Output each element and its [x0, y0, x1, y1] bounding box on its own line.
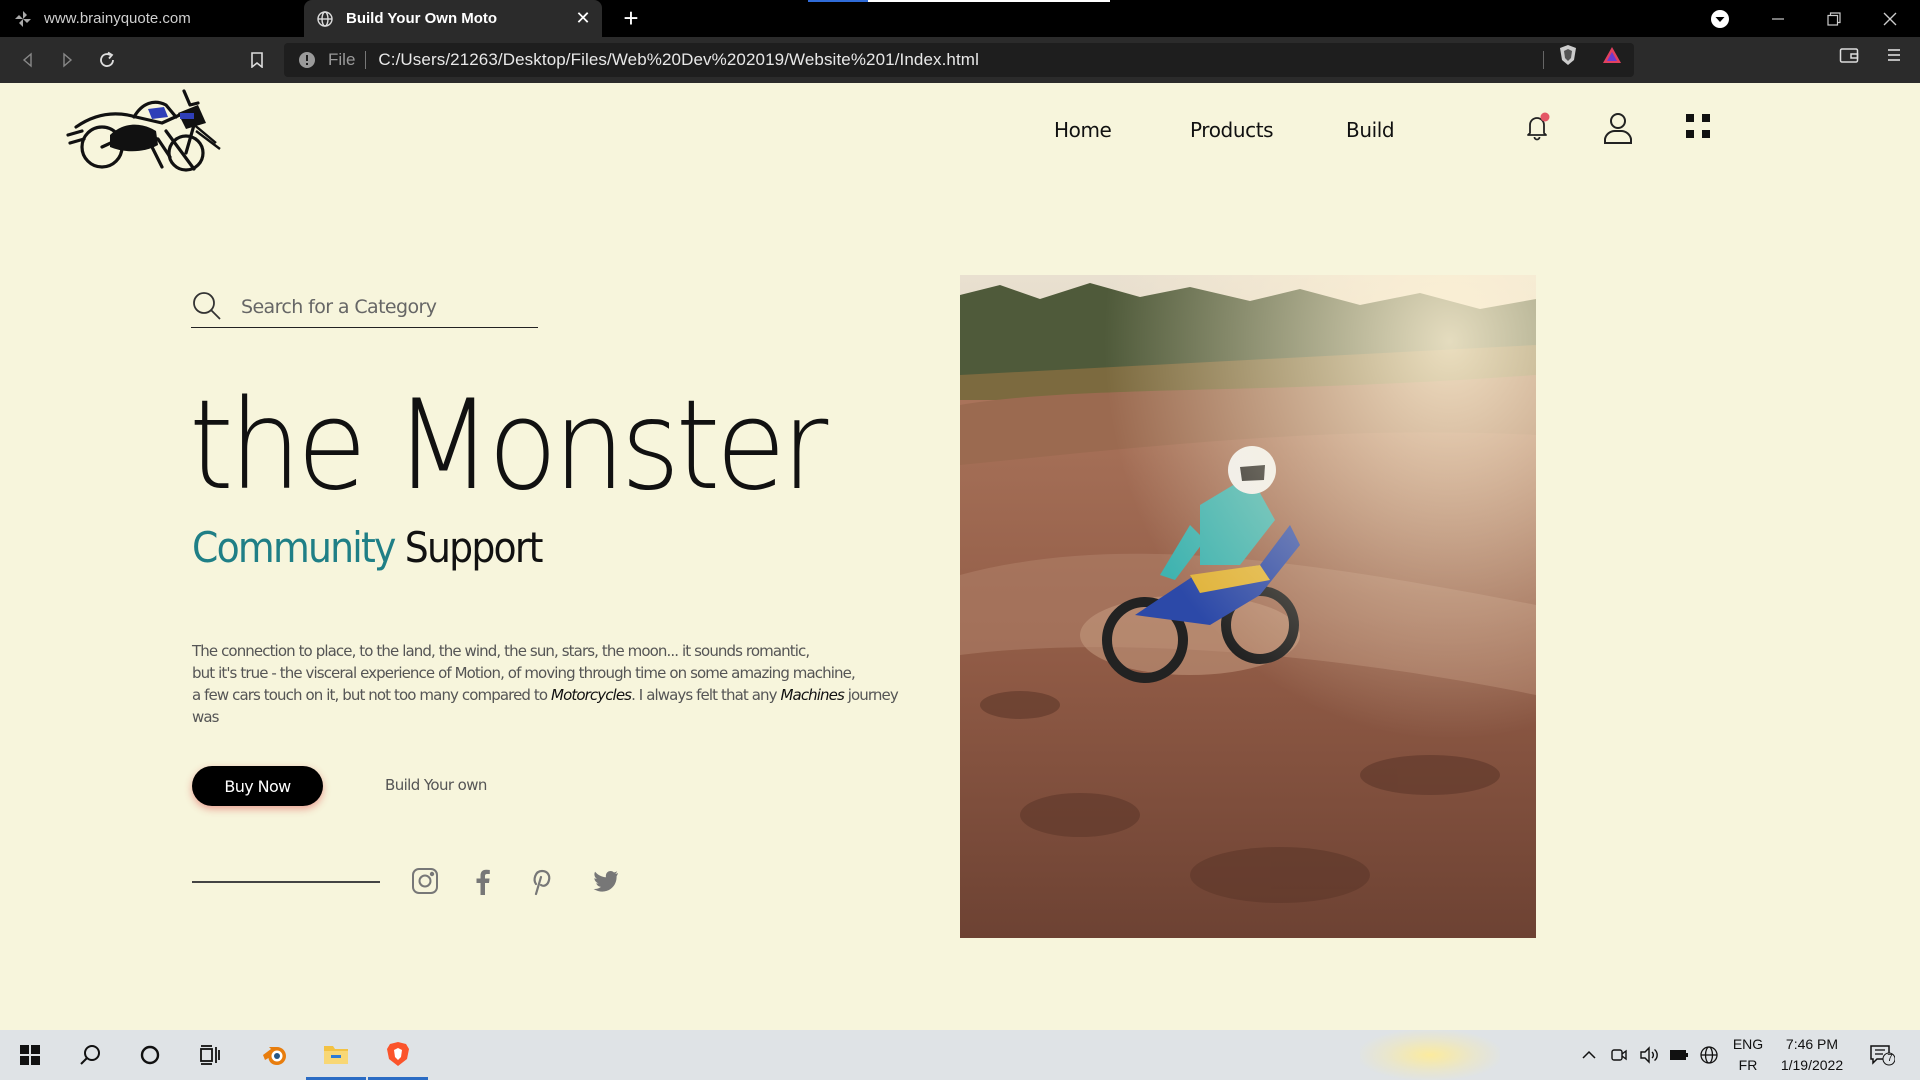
emphasis-motorcycles: Motorcycles [551, 686, 632, 704]
bookmark-icon[interactable] [243, 46, 271, 74]
menu-hamburger-icon[interactable] [1883, 44, 1905, 66]
tab-brainyquote[interactable]: www.brainyquote.com [0, 0, 304, 37]
buy-now-button[interactable]: Buy Now [192, 766, 323, 806]
clock-time[interactable]: 7:46 PM [1774, 1036, 1850, 1052]
twitter-icon[interactable] [590, 866, 620, 896]
motocross-rider-photo [960, 275, 1536, 938]
tab-title: Build Your Own Moto [346, 10, 498, 27]
address-bar[interactable]: File C:/Users/21263/Desktop/Files/Web%20… [284, 43, 1634, 77]
brave-rewards-icon[interactable] [1601, 44, 1623, 66]
tab-build-your-own-moto[interactable]: Build Your Own Moto ✕ [304, 0, 602, 37]
browser-tab-strip: www.brainyquote.com Build Your Own Moto … [0, 0, 1920, 37]
url-text[interactable]: C:/Users/21263/Desktop/Files/Web%20Dev%2… [378, 50, 979, 70]
close-tab-icon[interactable]: ✕ [574, 9, 592, 27]
blender-icon[interactable] [244, 1030, 304, 1080]
cortana-icon[interactable] [120, 1030, 180, 1080]
description-line: The connection to place, to the land, th… [192, 642, 810, 660]
pinwheel-favicon-icon [14, 10, 32, 28]
reload-icon[interactable] [93, 46, 121, 74]
brave-browser-icon[interactable] [368, 1030, 428, 1080]
close-window-icon[interactable] [1862, 0, 1918, 37]
windows-taskbar: ENG FR 7:46 PM 1/19/2022 7 [0, 1030, 1920, 1080]
network-globe-icon[interactable] [1699, 1045, 1719, 1065]
new-tab-icon[interactable]: + [617, 4, 645, 32]
profile-dropdown-icon[interactable] [1709, 8, 1731, 30]
minimize-window-icon[interactable] [1750, 0, 1806, 37]
pinterest-icon[interactable] [526, 866, 556, 896]
social-divider [192, 881, 380, 883]
facebook-icon[interactable] [468, 866, 498, 896]
browser-toolbar: File C:/Users/21263/Desktop/Files/Web%20… [0, 37, 1920, 83]
search-icon [191, 290, 223, 322]
search-taskbar-icon[interactable] [60, 1030, 120, 1080]
input-language-top[interactable]: ENG [1731, 1036, 1765, 1052]
notification-count: 7 [1887, 1053, 1893, 1064]
wallet-icon[interactable] [1838, 44, 1860, 66]
emphasis-machines: Machines [780, 686, 844, 704]
search-input[interactable] [241, 292, 531, 322]
nav-build[interactable]: Build [1346, 118, 1395, 142]
show-hidden-icons-icon[interactable] [1579, 1045, 1599, 1065]
site-info-icon[interactable] [298, 51, 316, 69]
grid-menu-icon[interactable] [1682, 111, 1714, 143]
globe-favicon-icon [316, 10, 334, 28]
volume-icon[interactable] [1639, 1045, 1659, 1065]
windows-start-icon[interactable] [0, 1030, 60, 1080]
tray-highlight [1360, 1030, 1500, 1080]
url-divider [1543, 51, 1544, 69]
brave-shield-icon[interactable] [1557, 44, 1579, 66]
category-search [191, 286, 538, 328]
description-line: but it's true - the visceral experience … [192, 664, 856, 682]
page-viewport: Home Products Build the Monster Communit… [0, 83, 1920, 1030]
user-icon[interactable] [1602, 111, 1634, 144]
hero-subheading: Community Support [192, 523, 544, 572]
meet-now-icon[interactable] [1609, 1045, 1629, 1065]
battery-icon[interactable] [1669, 1045, 1689, 1065]
task-view-icon[interactable] [180, 1030, 240, 1080]
instagram-icon[interactable] [410, 866, 440, 896]
file-explorer-icon[interactable] [306, 1030, 366, 1080]
subheading-accent: Community [192, 523, 396, 572]
restore-window-icon[interactable] [1806, 0, 1862, 37]
build-your-own-link[interactable]: Build Your own [385, 776, 487, 794]
notification-center-icon[interactable]: 7 [1869, 1045, 1895, 1066]
nav-home[interactable]: Home [1054, 118, 1112, 142]
motorcycle-logo[interactable] [66, 83, 222, 177]
description-text: a few cars touch on it, but not too many… [192, 686, 548, 704]
tab-drag-indicator [808, 0, 1110, 2]
nav-products[interactable]: Products [1190, 118, 1274, 142]
bell-icon[interactable] [1521, 111, 1553, 143]
forward-icon[interactable] [53, 46, 81, 74]
back-icon[interactable] [14, 46, 42, 74]
description-text: . I always felt that any [631, 686, 777, 704]
input-language-bottom[interactable]: FR [1731, 1057, 1765, 1073]
description-line: a few cars touch on it, but not too many… [192, 684, 912, 728]
subheading-plain: Support [404, 523, 544, 572]
tab-title: www.brainyquote.com [44, 10, 191, 27]
hero-headline: the Monster [189, 374, 828, 518]
hero-description: The connection to place, to the land, th… [192, 640, 912, 728]
url-scheme: File [328, 51, 367, 69]
clock-date[interactable]: 1/19/2022 [1774, 1057, 1850, 1073]
